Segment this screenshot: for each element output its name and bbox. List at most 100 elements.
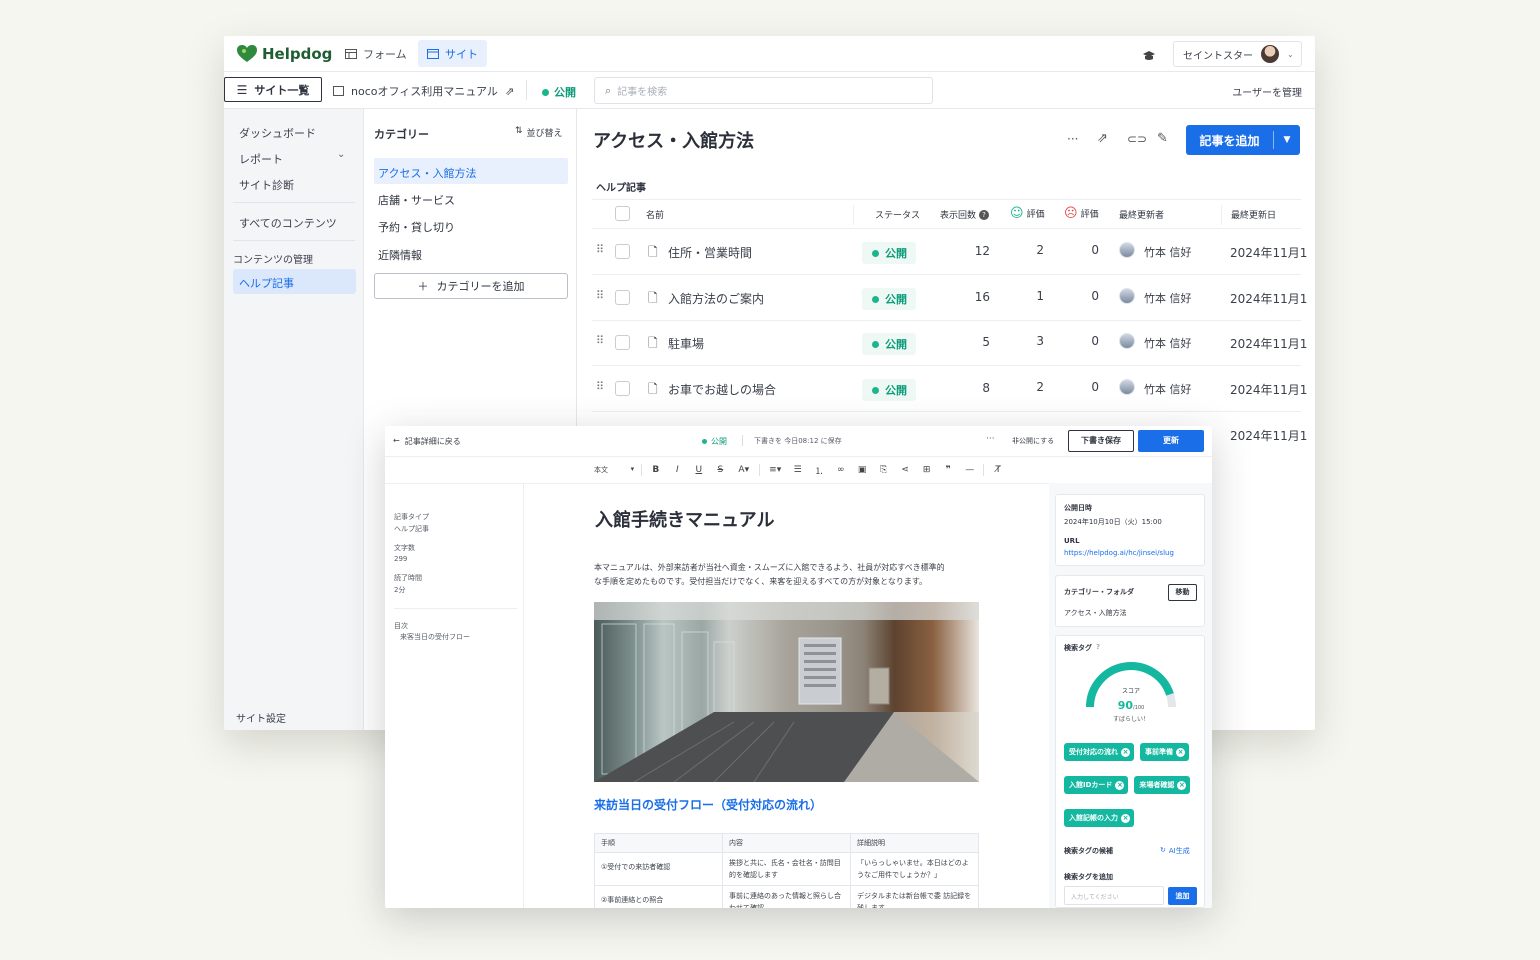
nav-dashboard[interactable]: ダッシュボード (239, 125, 316, 141)
toc-item[interactable]: 来客当日の受付フロー (400, 632, 470, 642)
col-good-rating[interactable]: ☺ 評価 (1010, 206, 1045, 221)
nav-site-settings[interactable]: サイト設定 (236, 710, 286, 725)
italic-icon[interactable]: I (667, 465, 689, 475)
close-icon[interactable]: × (1176, 747, 1185, 757)
align-icon[interactable]: ≡▾ (763, 465, 786, 475)
quote-icon[interactable]: ❞ (937, 465, 959, 475)
table-icon[interactable]: ⊞ (916, 465, 938, 475)
col-views[interactable]: 表示回数? (940, 208, 990, 221)
manage-users-link[interactable]: ユーザーを管理 (1232, 84, 1302, 99)
graduation-cap-icon[interactable] (1142, 47, 1156, 66)
table-cell[interactable]: 挨拶と共に、氏名・会社名・訪問目的を確認します (722, 852, 851, 886)
drag-handle-icon[interactable]: ⠿ (596, 334, 604, 347)
add-tag-button[interactable]: 追加 (1168, 887, 1197, 905)
image-icon[interactable]: ▣ (851, 465, 873, 475)
add-article-button[interactable]: 記事を追加 ▼ (1186, 125, 1300, 155)
tag-chip[interactable]: 来場者確認 × (1134, 776, 1191, 794)
publish-value[interactable]: 2024年10月10日（火）15:00 (1064, 517, 1162, 527)
url-value[interactable]: https://helpdog.ai/hc/jinsei/slug (1064, 549, 1174, 557)
bullet-list-icon[interactable]: ☰ (787, 465, 809, 475)
col-updater[interactable]: 最終更新者 (1119, 208, 1164, 221)
row-checkbox[interactable] (615, 244, 630, 259)
tab-form[interactable]: フォーム (339, 42, 413, 66)
category-item[interactable]: 予約・貸し切り (378, 219, 455, 235)
close-icon[interactable]: × (1121, 747, 1130, 757)
status-text: 公開 (885, 384, 907, 397)
external-link-icon[interactable]: ⇗ (1097, 131, 1108, 146)
row-checkbox[interactable] (615, 290, 630, 305)
doc-title[interactable]: 入館手続きマニュアル (595, 506, 774, 532)
numbered-list-icon[interactable]: ⒈ (808, 464, 830, 477)
more-icon[interactable]: ··· (1067, 132, 1078, 146)
text-style-select[interactable]: 本文 ▾ (587, 465, 638, 475)
move-button[interactable]: 移動 (1168, 584, 1197, 601)
clear-format-icon[interactable]: T̸ (987, 465, 1009, 475)
tab-site[interactable]: サイト (418, 40, 487, 67)
site-list-button[interactable]: ☰ サイト一覧 (224, 77, 322, 102)
tag-chip[interactable]: 入館記帳の入力 × (1064, 809, 1134, 827)
strikethrough-icon[interactable]: S (710, 465, 732, 475)
share-icon[interactable]: ⋖ (894, 465, 916, 475)
update-button[interactable]: 更新 (1138, 430, 1204, 452)
sort-button[interactable]: ⇅ 並び替え (515, 126, 563, 139)
caret-down-icon[interactable]: ▼ (1274, 135, 1300, 145)
close-icon[interactable]: × (1177, 780, 1187, 790)
nav-site-diagnosis[interactable]: サイト診断 (239, 177, 294, 193)
select-all-checkbox[interactable] (615, 206, 630, 221)
unpublish-button[interactable]: 非公開にする (1012, 436, 1054, 446)
table-cell[interactable]: 事前に連絡のあった情報と照らし合わせて確認 (722, 885, 851, 908)
row-checkbox[interactable] (615, 335, 630, 350)
drag-handle-icon[interactable]: ⠿ (596, 289, 604, 302)
article-name[interactable]: 入館方法のご案内 (668, 290, 764, 307)
search-input[interactable]: ⌕ 記事を検索 (594, 77, 933, 104)
add-category-button[interactable]: ＋ カテゴリーを追加 (374, 273, 568, 299)
article-name[interactable]: 駐車場 (668, 335, 704, 352)
tag-chip[interactable]: 入館IDカード × (1064, 776, 1129, 794)
account-menu[interactable]: セイントスター ⌄ (1173, 41, 1302, 67)
edit-pencil-icon[interactable]: ✎ (1157, 131, 1168, 146)
lobby-photo[interactable] (594, 602, 979, 782)
doc-heading[interactable]: 来訪当日の受付フロー（受付対応の流れ） (594, 796, 822, 813)
save-draft-button[interactable]: 下書き保存 (1068, 430, 1134, 452)
table-cell[interactable]: ②事前連絡との照合 (594, 885, 723, 908)
doc-intro-line[interactable]: 本マニュアルは、外部来訪者が当社へ資金・スムーズに入館できるよう、社員が対応すべ… (594, 562, 945, 573)
category-item-active[interactable]: アクセス・入館方法 (374, 158, 568, 184)
drag-handle-icon[interactable]: ⠿ (596, 380, 604, 393)
doc-intro-line[interactable]: な手順を定めたものです。受付担当だけでなく、来客を迎えるすべての方が対象となりま… (594, 576, 927, 587)
category-item[interactable]: 近隣情報 (378, 247, 422, 263)
drag-handle-icon[interactable]: ⠿ (596, 243, 604, 256)
nav-all-contents[interactable]: すべてのコンテンツ (239, 215, 337, 231)
nav-help-articles[interactable]: ヘルプ記事 (233, 269, 356, 294)
underline-icon[interactable]: U (688, 465, 710, 475)
tag-chip[interactable]: 受付対応の流れ × (1064, 743, 1134, 761)
table-cell[interactable]: ①受付での来訪者確認 (594, 852, 723, 886)
article-name[interactable]: お車でお越しの場合 (668, 381, 776, 398)
more-icon[interactable]: ··· (986, 434, 995, 444)
col-updated-date[interactable]: 最終更新日 (1231, 208, 1276, 221)
tag-input[interactable]: 入力してください (1064, 886, 1164, 905)
highlight-icon[interactable]: A▾ (731, 465, 756, 475)
chevron-down-icon[interactable]: ⌄ (337, 149, 345, 160)
col-name[interactable]: 名前 (646, 208, 664, 221)
nav-report[interactable]: レポート (239, 151, 283, 167)
article-name[interactable]: 住所・営業時間 (668, 244, 752, 261)
back-link[interactable]: ← 記事詳細に戻る (393, 436, 461, 447)
table-cell[interactable]: デジタルまたは新台帳で委 訪記録を残します (850, 885, 979, 908)
link-icon[interactable]: ⊂⊃ (1127, 132, 1147, 146)
attachment-icon[interactable]: ⎘ (873, 465, 895, 475)
ai-generate-button[interactable]: ↻ AI生成 (1160, 846, 1190, 856)
col-status[interactable]: ステータス (875, 208, 920, 221)
link-icon[interactable]: ∞ (830, 465, 852, 475)
row-checkbox[interactable] (615, 381, 630, 396)
category-item[interactable]: 店舗・サービス (378, 192, 455, 208)
close-icon[interactable]: × (1115, 780, 1125, 790)
horizontal-rule-icon[interactable]: — (959, 465, 981, 475)
bold-icon[interactable]: B (645, 465, 667, 475)
helpdog-logo[interactable]: Helpdog (236, 44, 332, 64)
meta-type-label: 記事タイプ (394, 513, 429, 521)
table-cell[interactable]: 「いらっしゃいませ。本日はどのようなご用件でしょうか？」 (850, 852, 979, 886)
tag-chip[interactable]: 事前準備 × (1140, 743, 1189, 761)
close-icon[interactable]: × (1121, 813, 1130, 823)
site-name-link[interactable]: nocoオフィス利用マニュアル ⇗ (333, 83, 514, 99)
col-bad-rating[interactable]: ☹ 評価 (1064, 206, 1099, 221)
